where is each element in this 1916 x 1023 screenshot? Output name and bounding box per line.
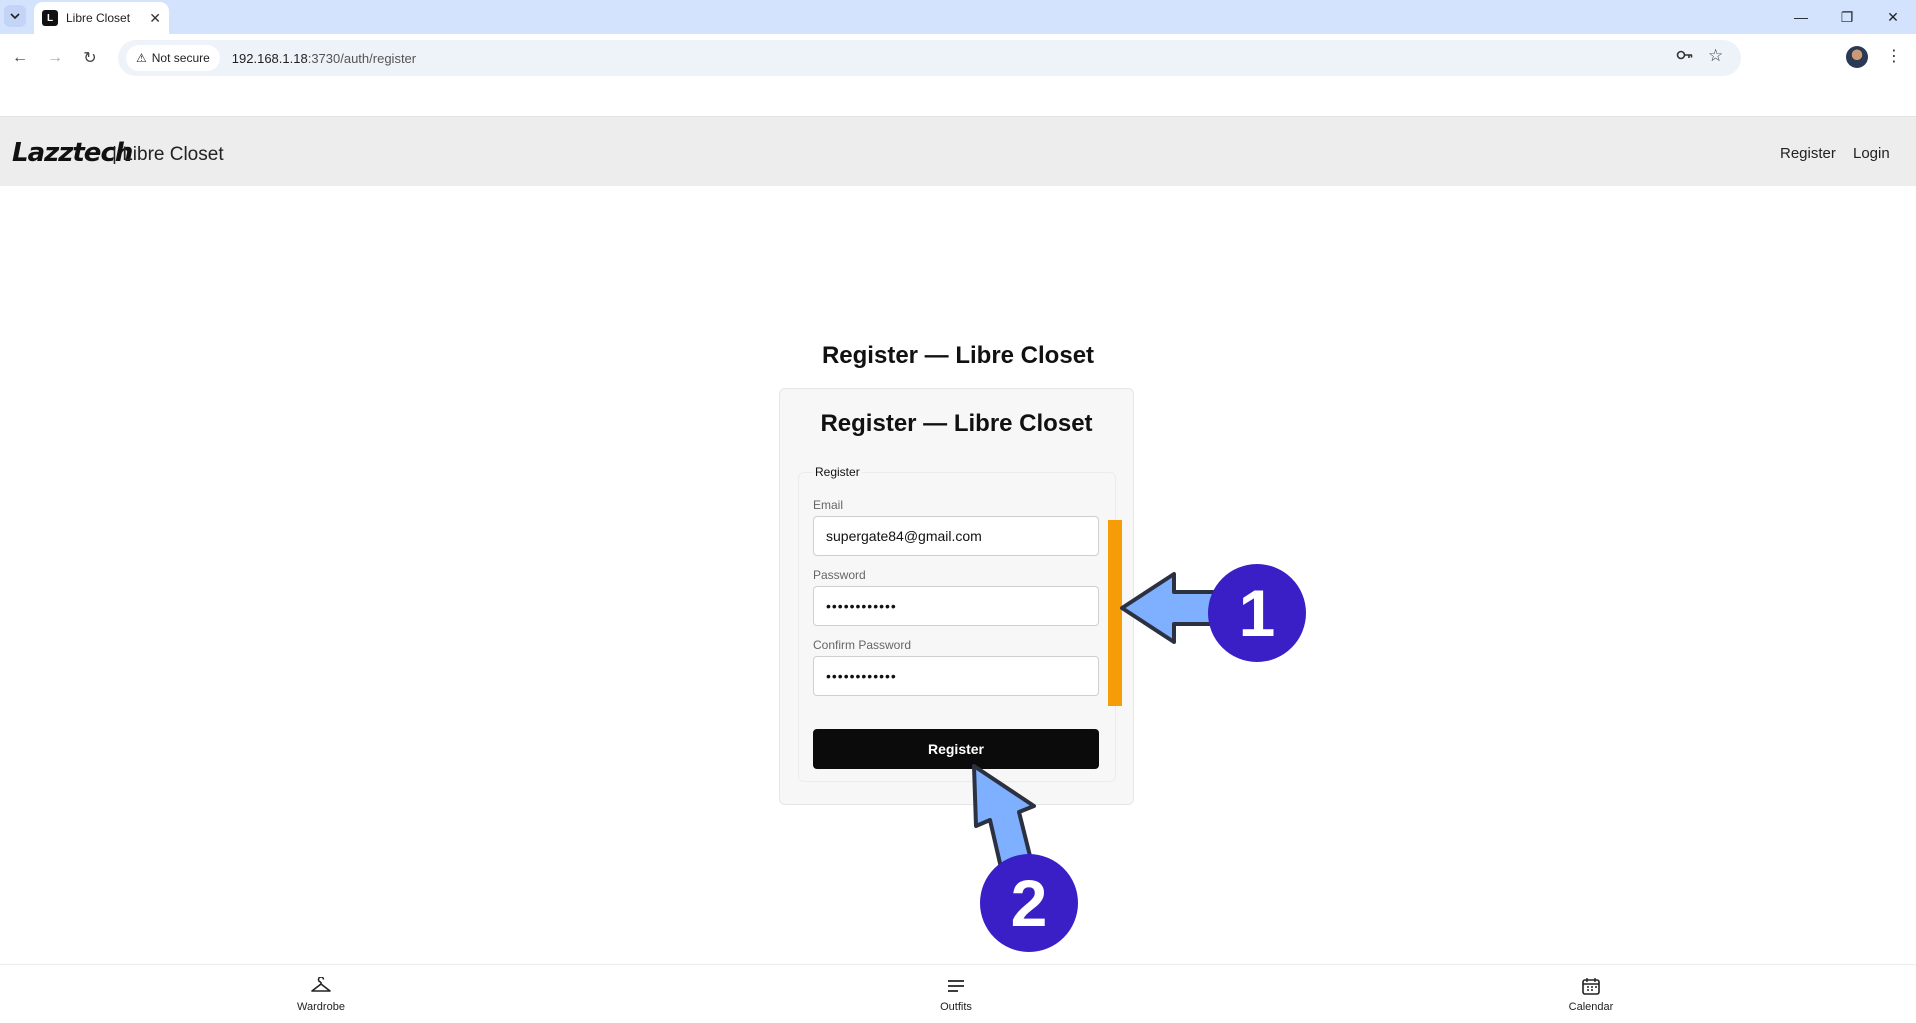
password-key-icon[interactable] bbox=[1676, 48, 1694, 66]
bottom-nav: Wardrobe Outfits Calendar bbox=[0, 964, 1916, 1022]
app-header: Lazztech | Libre Closet Register Login bbox=[0, 116, 1916, 186]
confirm-password-label: Confirm Password bbox=[813, 638, 912, 652]
bottom-nav-wardrobe[interactable]: Wardrobe bbox=[261, 965, 381, 1023]
step-1-badge: 1 bbox=[1208, 564, 1306, 662]
bottom-nav-outfits[interactable]: Outfits bbox=[896, 965, 1016, 1023]
close-window-icon[interactable]: ✕ bbox=[1870, 0, 1916, 34]
browser-toolbar: ← → ↻ ⚠ Not secure 192.168.1.18:3730/aut… bbox=[0, 34, 1916, 82]
bottom-nav-calendar[interactable]: Calendar bbox=[1531, 965, 1651, 1023]
confirm-password-field[interactable]: •••••••••••• bbox=[813, 656, 1099, 696]
address-bar[interactable]: ⚠ Not secure 192.168.1.18:3730/auth/regi… bbox=[118, 40, 1741, 76]
email-field[interactable]: supergate84@gmail.com bbox=[813, 516, 1099, 556]
calendar-icon bbox=[1580, 975, 1602, 997]
hanger-icon bbox=[310, 975, 332, 997]
security-chip[interactable]: ⚠ Not secure bbox=[126, 45, 220, 71]
browser-tabbar: L Libre Closet ✕ — ❐ ✕ bbox=[0, 0, 1916, 34]
list-icon bbox=[945, 975, 967, 997]
bottom-nav-label: Outfits bbox=[940, 1001, 972, 1013]
password-field[interactable]: •••••••••••• bbox=[813, 586, 1099, 626]
warning-icon: ⚠ bbox=[136, 51, 147, 65]
restore-icon[interactable]: ❐ bbox=[1824, 0, 1870, 34]
card-title: Register — Libre Closet bbox=[820, 410, 1093, 437]
url-host: 192.168.1.18 bbox=[231, 50, 308, 66]
site-favicon-icon: L bbox=[42, 10, 58, 26]
security-label: Not secure bbox=[151, 51, 210, 65]
tab-close-icon[interactable]: ✕ bbox=[149, 10, 161, 27]
nav-register-link[interactable]: Register bbox=[1780, 145, 1836, 162]
app-title: | Libre Closet bbox=[112, 144, 224, 165]
step-2-badge: 2 bbox=[980, 854, 1078, 952]
nav-login-link[interactable]: Login bbox=[1853, 145, 1890, 162]
chevron-down-icon bbox=[10, 13, 20, 20]
bookmark-star-icon[interactable]: ☆ bbox=[1708, 46, 1723, 66]
bottom-nav-label: Wardrobe bbox=[297, 1001, 345, 1013]
url-path: :3730/auth/register bbox=[307, 50, 417, 66]
reload-icon[interactable]: ↻ bbox=[76, 44, 104, 72]
forward-icon[interactable]: → bbox=[41, 44, 69, 72]
browser-menu-icon[interactable]: ⋮ bbox=[1886, 46, 1902, 66]
bottom-nav-label: Calendar bbox=[1568, 1001, 1614, 1013]
url-text[interactable]: 192.168.1.18:3730/auth/register bbox=[232, 51, 416, 66]
tab-title: Libre Closet bbox=[66, 11, 131, 25]
browser-tab[interactable]: L Libre Closet ✕ bbox=[34, 2, 169, 34]
minimize-icon[interactable]: — bbox=[1778, 0, 1824, 34]
email-label: Email bbox=[813, 498, 844, 512]
register-fieldset: Register Email supergate84@gmail.com Pas… bbox=[798, 465, 1116, 782]
page-title: Register — Libre Closet bbox=[821, 342, 1095, 369]
password-label: Password bbox=[813, 568, 866, 582]
tab-search-button[interactable] bbox=[4, 5, 26, 27]
register-card: Register — Libre Closet Register Email s… bbox=[779, 388, 1134, 805]
back-icon[interactable]: ← bbox=[6, 44, 34, 72]
profile-avatar[interactable] bbox=[1846, 46, 1868, 68]
fieldset-legend: Register bbox=[813, 465, 862, 479]
